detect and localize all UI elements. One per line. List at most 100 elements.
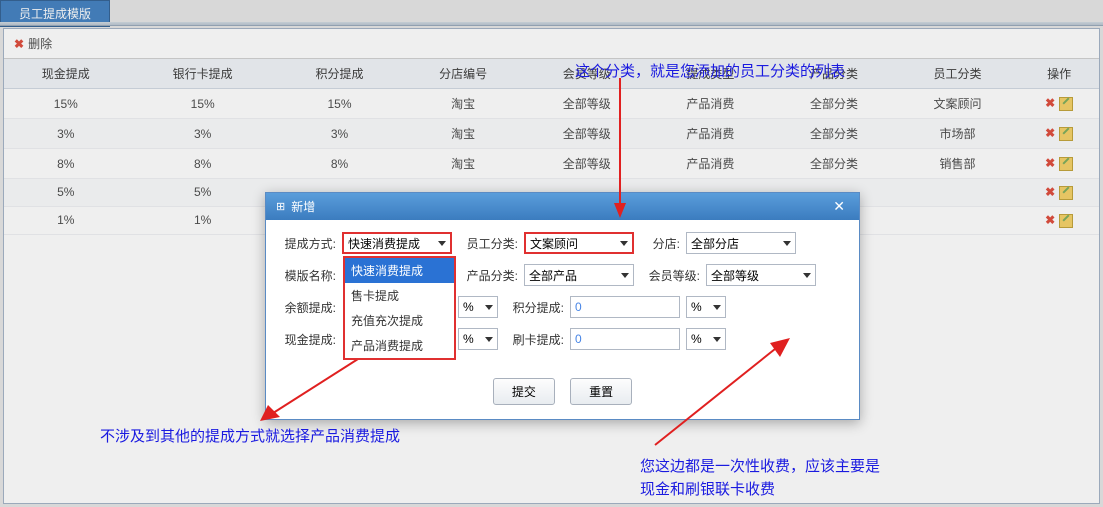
table-cell: 8% [4,149,128,179]
row-edit-icon[interactable] [1059,214,1073,228]
label-yetc: 余额提成: [276,299,336,316]
table-cell: 淘宝 [401,119,525,149]
table-cell [896,206,1020,234]
col-header: 提成类型 [649,59,773,89]
modal-footer: 提交 重置 [266,368,859,419]
chevron-down-icon [621,273,629,278]
label-hydj: 会员等级: [640,267,700,284]
table-cell: 5% [128,179,278,207]
table-cell-ops: ✖ [1019,149,1099,179]
table-cell: 全部分类 [772,149,896,179]
table-cell: 15% [278,89,402,119]
dropdown-tcfs: 快速消费提成 售卡提成 充值充次提成 产品消费提成 [343,256,456,360]
row-edit-icon[interactable] [1059,97,1073,111]
chevron-down-icon [803,273,811,278]
table-row: 8%8%8%淘宝全部等级产品消费全部分类销售部✖ [4,149,1099,179]
table-cell: 产品消费 [649,149,773,179]
table-header-row: 现金提成 银行卡提成 积分提成 分店编号 会员等级 提成类型 产品分类 员工分类… [4,59,1099,89]
table-cell: 全部分类 [772,89,896,119]
row-delete-icon[interactable]: ✖ [1045,185,1055,199]
table-cell-ops: ✖ [1019,119,1099,149]
label-xjtc: 现金提成: [276,331,336,348]
dropdown-item[interactable]: 产品消费提成 [345,333,454,358]
table-cell: 全部分类 [772,119,896,149]
dropdown-item[interactable]: 快速消费提成 [345,258,454,283]
table-row: 15%15%15%淘宝全部等级产品消费全部分类文案顾问✖ [4,89,1099,119]
table-cell: 1% [4,206,128,234]
select-ygfl-value: 文案顾问 [530,235,578,252]
chevron-down-icon [713,337,721,342]
unit-value: % [463,300,474,314]
submit-button[interactable]: 提交 [493,378,555,405]
table-cell: 15% [128,89,278,119]
select-ygfl[interactable]: 文案顾问 [524,232,634,254]
label-tcfs: 提成方式: [276,235,336,252]
table-cell: 产品消费 [649,89,773,119]
close-icon[interactable]: ✕ [829,198,849,215]
select-fd-value: 全部分店 [691,235,739,252]
row-delete-icon[interactable]: ✖ [1045,213,1055,227]
select-unit3[interactable]: % [458,328,498,350]
add-modal: 新增 ✕ 提成方式: 快速消费提成 快速消费提成 售卡提成 充值充次提成 产品消… [265,192,860,420]
row-edit-icon[interactable] [1059,186,1073,200]
table-cell: 1% [128,206,278,234]
chevron-down-icon [438,241,446,246]
table-cell: 全部等级 [525,119,649,149]
row-edit-icon[interactable] [1059,127,1073,141]
label-fd: 分店: [640,235,680,252]
col-header: 银行卡提成 [128,59,278,89]
table-cell: 8% [128,149,278,179]
row-edit-icon[interactable] [1059,157,1073,171]
toolbar: ✖ 删除 [4,29,1099,59]
row-delete-icon[interactable]: ✖ [1045,156,1055,170]
table-cell: 8% [278,149,402,179]
select-tcfs[interactable]: 快速消费提成 快速消费提成 售卡提成 充值充次提成 产品消费提成 [342,232,452,254]
table-cell: 淘宝 [401,149,525,179]
dropdown-item[interactable]: 充值充次提成 [345,308,454,333]
row-delete-icon[interactable]: ✖ [1045,96,1055,110]
col-header: 现金提成 [4,59,128,89]
tab-bar-strip [0,22,1103,26]
table-cell: 全部等级 [525,89,649,119]
unit-value: % [691,332,702,346]
dropdown-item[interactable]: 售卡提成 [345,283,454,308]
select-cpfl-value: 全部产品 [529,267,577,284]
select-unit2[interactable]: % [686,296,726,318]
table-cell: 全部等级 [525,149,649,179]
col-header: 积分提成 [278,59,402,89]
label-ygfl: 员工分类: [458,235,518,252]
select-fd[interactable]: 全部分店 [686,232,796,254]
chevron-down-icon [620,241,628,246]
col-header: 会员等级 [525,59,649,89]
unit-value: % [463,332,474,346]
select-hydj[interactable]: 全部等级 [706,264,816,286]
input-sktc[interactable] [570,328,680,350]
table-cell: 15% [4,89,128,119]
delete-button[interactable]: ✖ 删除 [14,35,52,52]
select-unit4[interactable]: % [686,328,726,350]
table-cell: 3% [278,119,402,149]
table-cell: 3% [4,119,128,149]
label-cpfl: 产品分类: [458,267,518,284]
table-cell: 市场部 [896,119,1020,149]
table-row: 3%3%3%淘宝全部等级产品消费全部分类市场部✖ [4,119,1099,149]
row-delete-icon[interactable]: ✖ [1045,126,1055,140]
modal-title: 新增 [276,198,315,215]
select-tcfs-value: 快速消费提成 [348,235,420,252]
select-hydj-value: 全部等级 [711,267,759,284]
col-header: 操作 [1019,59,1099,89]
input-jftc[interactable] [570,296,680,318]
label-jftc: 积分提成: [504,299,564,316]
col-header: 员工分类 [896,59,1020,89]
select-cpfl[interactable]: 全部产品 [524,264,634,286]
unit-value: % [691,300,702,314]
table-cell [896,179,1020,207]
delete-label: 删除 [28,35,52,52]
delete-icon: ✖ [14,37,24,51]
col-header: 分店编号 [401,59,525,89]
table-cell-ops: ✖ [1019,179,1099,207]
select-unit1[interactable]: % [458,296,498,318]
reset-button[interactable]: 重置 [570,378,632,405]
table-cell-ops: ✖ [1019,89,1099,119]
table-cell: 产品消费 [649,119,773,149]
